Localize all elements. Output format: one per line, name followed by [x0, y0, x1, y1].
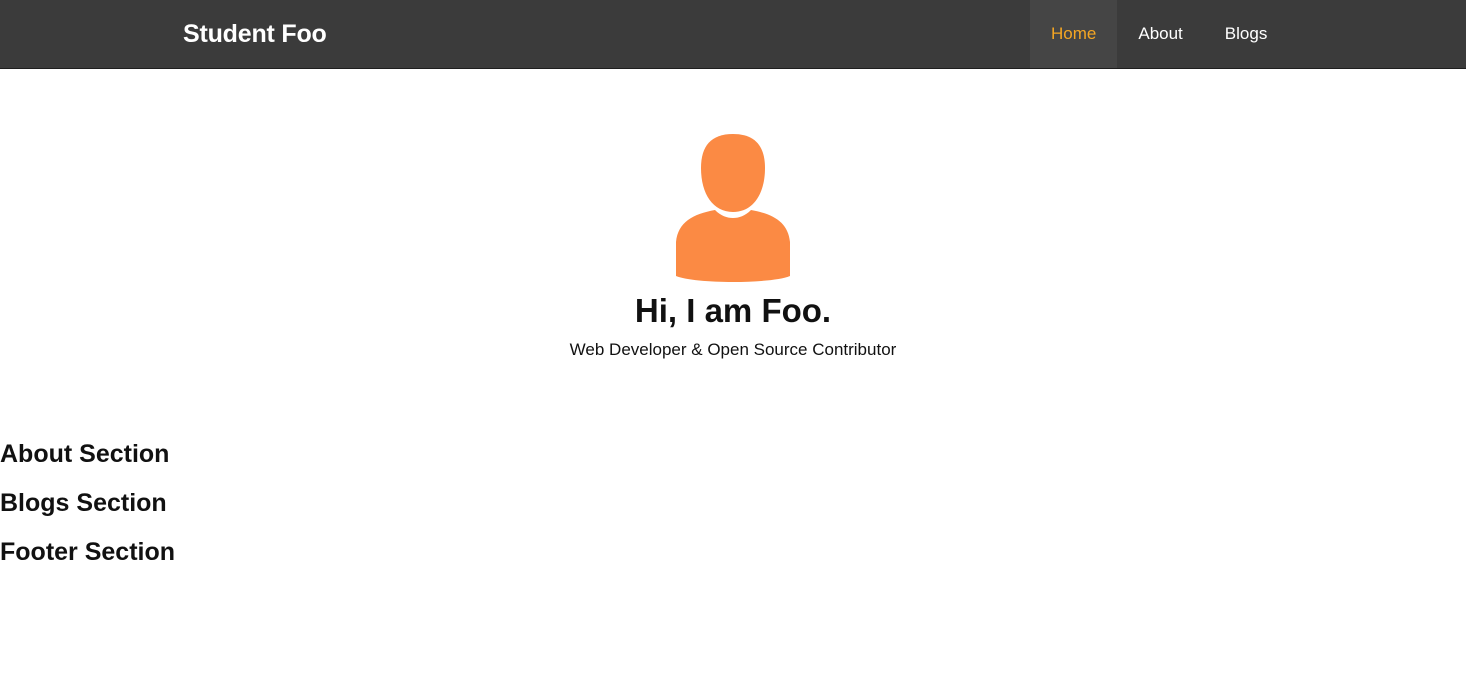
brand-logo-text[interactable]: Student Foo	[183, 0, 327, 68]
nav-link-blogs[interactable]: Blogs	[1204, 0, 1289, 68]
footer-section-heading: Footer Section	[0, 538, 176, 566]
hero-title: Hi, I am Foo.	[634, 292, 832, 329]
user-silhouette-icon	[676, 134, 790, 282]
about-section-heading: About Section	[0, 440, 170, 468]
navbar: Student Foo Home About Blogs	[0, 0, 1466, 69]
section-list: About Section Blogs Section Footer Secti…	[0, 438, 175, 585]
hero-subtitle: Web Developer & Open Source Contributor	[569, 340, 897, 359]
nav-link-home[interactable]: Home	[1030, 0, 1118, 68]
hero-section: Hi, I am Foo. Web Developer & Open Sourc…	[0, 130, 1466, 361]
blogs-section-heading: Blogs Section	[0, 489, 167, 517]
nav-link-about[interactable]: About	[1117, 0, 1203, 68]
nav-links: Home About Blogs	[1030, 0, 1288, 68]
